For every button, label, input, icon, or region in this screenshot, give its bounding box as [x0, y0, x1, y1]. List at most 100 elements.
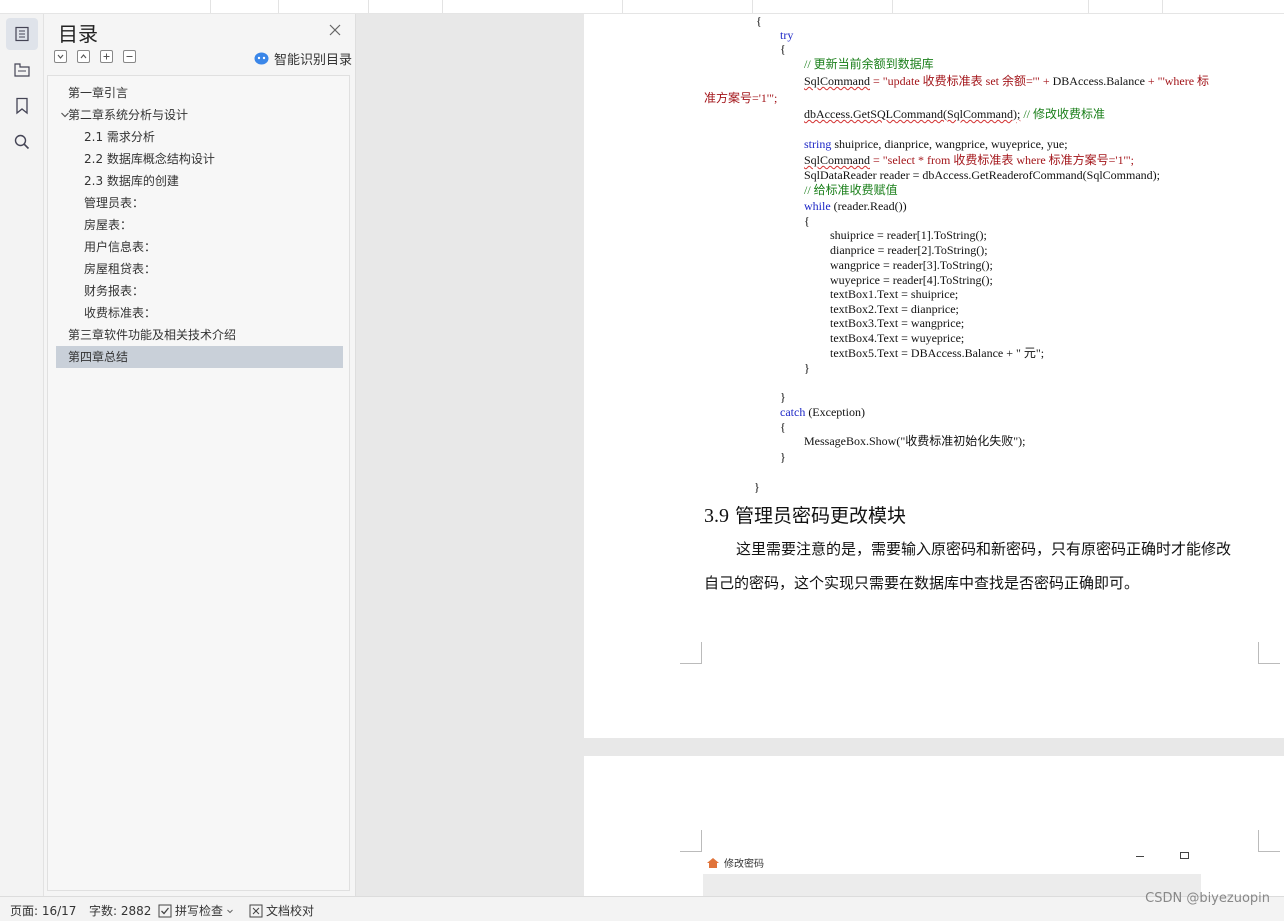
code-line: } — [804, 361, 810, 375]
code-line: SqlDataReader reader = dbAccess.GetReade… — [804, 168, 1160, 182]
toc-item[interactable]: 第四章总结 — [56, 346, 343, 368]
heading-text: 管理员密码更改模块 — [729, 505, 907, 527]
toc-title: 目录 — [58, 22, 98, 46]
code-line: { — [756, 14, 762, 28]
ruler-tick — [892, 0, 893, 13]
ruler-tick — [210, 0, 211, 13]
ruler-strip — [0, 0, 1284, 14]
smart-toc-icon — [254, 52, 269, 65]
toc-item-label: 第四章总结 — [68, 350, 129, 364]
code-line: string shuiprice, dianprice, wangprice, … — [804, 137, 1068, 151]
toc-item[interactable]: 2.2 数据库概念结构设计 — [56, 148, 343, 170]
toc-item[interactable]: 用户信息表： — [56, 236, 343, 258]
toc-toolbar — [54, 50, 136, 63]
toc-icon[interactable] — [6, 18, 38, 50]
code-string: = "select * from 收费标准表 where 标准方案号='1'"; — [870, 153, 1134, 167]
toc-item[interactable]: 管理员表： — [56, 192, 343, 214]
toc-item[interactable]: 2.3 数据库的创建 — [56, 170, 343, 192]
code-line: textBox1.Text = shuiprice; — [830, 287, 959, 301]
toc-item[interactable]: 财务报表： — [56, 280, 343, 302]
code-line: MessageBox.Show("收费标准初始化失败"); — [804, 434, 1026, 448]
spell-check-label: 拼写检查 — [175, 904, 224, 918]
toc-list: 第一章引言第二章系统分析与设计 2.1 需求分析 2.2 数据库概念结构设计 2.3 … — [47, 75, 350, 891]
ruler-tick — [1162, 0, 1163, 13]
ruler-tick — [1088, 0, 1089, 13]
maximize-icon — [1180, 852, 1189, 859]
toc-item[interactable]: 房屋表： — [56, 214, 343, 236]
code-token: SqlCommand — [804, 74, 871, 88]
toc-item[interactable]: 房屋租贷表： — [56, 258, 343, 280]
close-icon[interactable] — [328, 22, 342, 36]
code-string: + "'where 标 — [1144, 74, 1210, 88]
code-line: SqlCommand = "update 收费标准表 set 余额='" + D… — [804, 74, 1209, 88]
code-line: textBox4.Text = wuyeprice; — [830, 331, 965, 345]
toc-item-label: 第三章软件功能及相关技术介绍 — [68, 328, 237, 342]
code-token: DBAccess.Balance — [1052, 74, 1145, 88]
code-line: catch (Exception) — [780, 405, 865, 419]
code-line: wuyeprice = reader[4].ToString(); — [830, 273, 993, 287]
status-bar: 页面: 16/17 字数: 2882 拼写检查 文档校对 CSDN @biyez… — [0, 891, 1284, 921]
section-heading: 3.9 管理员密码更改模块 — [704, 501, 906, 528]
code-keyword: catch — [780, 405, 806, 419]
search-icon[interactable] — [6, 126, 38, 158]
code-string: = "update 收费标准表 set 余额='" + — [873, 74, 1053, 88]
code-token: (Exception) — [805, 405, 865, 419]
ruler-tick — [278, 0, 279, 13]
page-margin-mark — [680, 830, 702, 852]
expand-plus-icon[interactable] — [100, 50, 113, 63]
toc-item[interactable]: 收费标准表： — [56, 302, 343, 324]
collapse-minus-icon[interactable] — [123, 50, 136, 63]
code-line: } — [780, 450, 786, 464]
page-margin-mark — [1258, 642, 1280, 664]
body-paragraph: 这里需要注意的是，需要输入原密码和新密码，只有原密码正确时才能修改 — [736, 540, 1232, 558]
code-line: textBox5.Text = DBAccess.Balance + " 元"; — [830, 346, 1045, 360]
code-token: dbAccess.GetSQLCommand(SqlCommand); — [804, 107, 1021, 121]
code-line: while (reader.Read()) — [804, 199, 907, 213]
ruler-tick — [622, 0, 623, 13]
left-rail — [0, 14, 44, 896]
proofread-button[interactable]: 文档校对 — [249, 902, 314, 919]
bookmark-icon[interactable] — [6, 90, 38, 122]
checkbox-check-icon — [158, 904, 172, 917]
smart-toc-button[interactable]: 智能识别目录 — [254, 49, 352, 68]
ruler-tick — [752, 0, 753, 13]
code-line: dianprice = reader[2].ToString(); — [830, 243, 988, 257]
smart-toc-label: 智能识别目录 — [274, 53, 353, 68]
code-comment: // 更新当前余额到数据库 — [804, 57, 934, 71]
code-line: SqlCommand = "select * from 收费标准表 where … — [804, 153, 1134, 167]
embedded-screenshot-body — [703, 874, 1201, 896]
page-indicator[interactable]: 页面: 16/17 — [10, 902, 76, 919]
collapse-up-icon[interactable] — [77, 50, 90, 63]
ruler-tick — [442, 0, 443, 13]
ruler-tick — [368, 0, 369, 13]
page-margin-mark — [680, 642, 702, 664]
spell-check-button[interactable]: 拼写检查 — [158, 902, 234, 919]
proofread-label: 文档校对 — [266, 904, 315, 918]
word-count[interactable]: 字数: 2882 — [89, 902, 151, 919]
code-keyword: while — [804, 199, 831, 213]
navigation-icon[interactable] — [6, 54, 38, 86]
toc-item[interactable]: 第三章软件功能及相关技术介绍 — [56, 324, 343, 346]
code-line: try — [780, 28, 794, 42]
embedded-screenshot-title: 修改密码 — [706, 855, 764, 870]
toc-item-label: 2.2 数据库概念结构设计 — [84, 152, 215, 166]
toc-item-label: 2.3 数据库的创建 — [84, 174, 179, 188]
code-string: 准方案号='1'"; — [704, 91, 778, 105]
toc-item-label: 收费标准表： — [84, 306, 157, 320]
home-icon — [707, 857, 719, 868]
toc-panel: 目录 智能识别目录 第一章引言第二章系统分析与设计 2.1 需求分析 2.2 数据库… — [44, 14, 356, 896]
document-page: 修改密码 — [584, 756, 1284, 896]
collapse-down-icon[interactable] — [54, 50, 67, 63]
code-line: { — [804, 214, 810, 228]
code-comment: // 修改收费标准 — [1023, 107, 1105, 121]
toc-item-label: 房屋租贷表： — [84, 262, 157, 276]
code-line: textBox3.Text = wangprice; — [830, 316, 965, 330]
code-line: } — [754, 480, 760, 494]
toc-item[interactable]: 2.1 需求分析 — [56, 126, 343, 148]
toc-item[interactable]: 第一章引言 — [56, 82, 343, 104]
toc-item[interactable]: 第二章系统分析与设计 — [56, 104, 343, 126]
page-margin-mark — [1258, 830, 1280, 852]
toc-item-label: 用户信息表： — [84, 240, 157, 254]
code-line: wangprice = reader[3].ToString(); — [830, 258, 993, 272]
toc-item-label: 第二章系统分析与设计 — [68, 108, 189, 122]
